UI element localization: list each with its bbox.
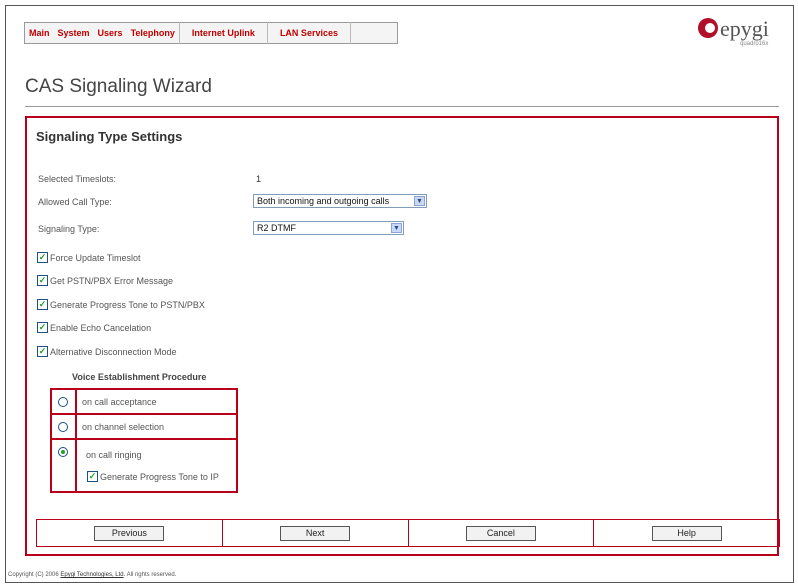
chevron-down-icon[interactable]: ▼: [391, 223, 402, 233]
on-call-acceptance-label: on call acceptance: [82, 397, 157, 407]
page-title: CAS Signaling Wizard: [25, 76, 212, 97]
menu-item-system[interactable]: System: [54, 28, 94, 38]
voice-options-divider: [50, 438, 238, 440]
menu-item-telephony[interactable]: Telephony: [127, 28, 179, 38]
cancel-button[interactable]: Cancel: [465, 525, 536, 541]
on-call-ringing-radio[interactable]: [58, 447, 68, 457]
call-type-label: Allowed Call Type:: [38, 197, 112, 207]
chevron-down-icon[interactable]: ▼: [414, 196, 425, 206]
copyright-footer: Copyright (C) 2006 Epygi Technologies, L…: [8, 572, 176, 578]
alternative-disconnection-label: Alternative Disconnection Mode: [50, 347, 177, 357]
previous-button[interactable]: Previous: [94, 525, 165, 541]
get-error-message-label: Get PSTN/PBX Error Message: [50, 276, 174, 286]
button-cell: Next: [223, 520, 409, 546]
on-call-acceptance-radio[interactable]: [58, 397, 68, 407]
on-call-ringing-label: on call ringing: [86, 450, 142, 460]
echo-cancelation-checkbox[interactable]: ✓: [37, 322, 48, 333]
epygi-logo: epygi quadro16x: [696, 14, 776, 54]
call-type-select[interactable]: Both incoming and outgoing calls ▼: [253, 194, 427, 208]
menu-item-lan-services[interactable]: LAN Services: [268, 28, 350, 38]
copyright-suffix: . All rights reserved.: [123, 572, 177, 578]
menu-item-main[interactable]: Main: [25, 28, 54, 38]
wizard-button-row: Previous Next Cancel Help: [36, 519, 780, 547]
voice-options-divider: [75, 388, 77, 493]
on-channel-selection-label: on channel selection: [82, 422, 165, 432]
voice-options-divider: [50, 413, 238, 415]
echo-cancelation-label: Enable Echo Cancelation: [50, 323, 152, 333]
on-channel-selection-radio[interactable]: [58, 422, 68, 432]
progress-tone-ip-label: Generate Progress Tone to IP: [100, 472, 219, 482]
button-cell: Cancel: [409, 520, 595, 546]
progress-tone-ip-checkbox[interactable]: ✓: [87, 471, 98, 482]
copyright-prefix: Copyright (C) 2006: [8, 572, 61, 578]
signaling-type-select[interactable]: R2 DTMF ▼: [253, 221, 404, 235]
epygi-logo-icon: [698, 18, 718, 38]
menu-separator: [349, 22, 351, 44]
menu-item-users[interactable]: Users: [94, 28, 127, 38]
company-link[interactable]: Epygi Technologies, Ltd: [60, 572, 123, 578]
get-error-message-checkbox[interactable]: ✓: [37, 275, 48, 286]
call-type-selected: Both incoming and outgoing calls: [257, 196, 390, 206]
main-menu: Main System Users Telephony Internet Upl…: [24, 22, 398, 44]
voice-establishment-heading: Voice Establishment Procedure: [72, 372, 207, 382]
button-cell: Help: [594, 520, 779, 546]
progress-tone-pstn-label: Generate Progress Tone to PSTN/PBX: [50, 300, 205, 310]
logo-model: quadro16x: [740, 41, 769, 47]
signaling-type-selected: R2 DTMF: [257, 223, 296, 233]
force-update-timeslot-checkbox[interactable]: ✓: [37, 252, 48, 263]
timeslots-value: 1: [256, 174, 262, 184]
next-button[interactable]: Next: [280, 525, 351, 541]
menu-item-internet-uplink[interactable]: Internet Uplink: [180, 28, 267, 38]
alternative-disconnection-checkbox[interactable]: ✓: [37, 346, 48, 357]
logo-brand: epygi: [720, 16, 769, 41]
timeslots-label: Selected Timeslots:: [38, 174, 117, 184]
help-button[interactable]: Help: [651, 525, 722, 541]
force-update-timeslot-label: Force Update Timeslot: [50, 253, 141, 263]
progress-tone-pstn-checkbox[interactable]: ✓: [37, 299, 48, 310]
title-divider: [25, 106, 779, 107]
signaling-type-label: Signaling Type:: [38, 224, 100, 234]
panel-title: Signaling Type Settings: [36, 129, 183, 144]
button-cell: Previous: [37, 520, 223, 546]
